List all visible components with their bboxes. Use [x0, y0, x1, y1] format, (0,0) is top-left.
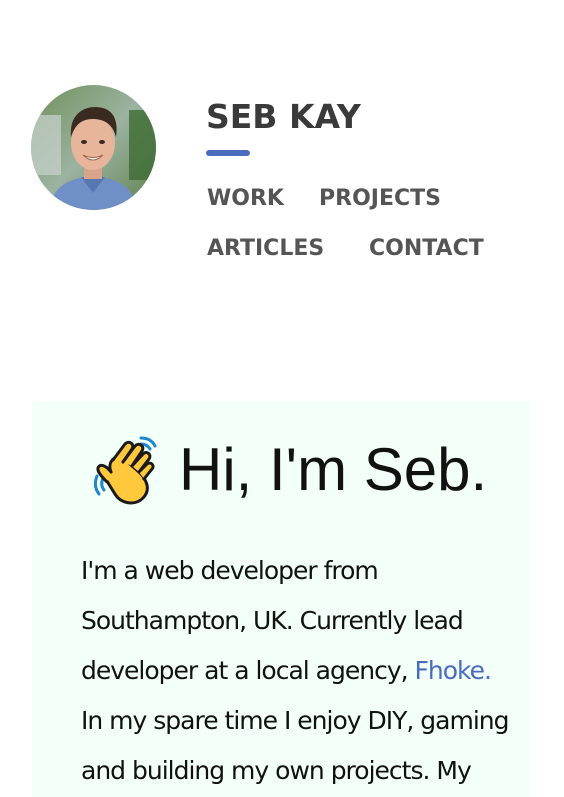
nav-link-projects[interactable]: PROJECTS: [319, 185, 441, 213]
nav-link-contact[interactable]: CONTACT: [369, 235, 484, 263]
nav-link-articles[interactable]: ARTICLES: [207, 235, 324, 263]
bio-line: Southampton, UK. Currently lead: [81, 606, 464, 635]
fhoke-link[interactable]: Fhoke.: [415, 656, 492, 685]
bio-line: I'm a web developer from: [81, 556, 379, 585]
title-accent-underline: [206, 150, 250, 156]
page: SEB KAY WORK PROJECTS ARTICLES CONTACT H…: [0, 0, 564, 797]
avatar[interactable]: [31, 85, 156, 210]
site-title[interactable]: SEB KAY: [206, 97, 361, 137]
bio-text: developer at a local agency,: [81, 656, 415, 685]
nav-link-work[interactable]: WORK: [207, 185, 284, 213]
intro-card: Hi, I'm Seb. I'm a web developer from So…: [32, 401, 530, 797]
bio-line: and building my own projects. My: [81, 756, 472, 785]
avatar-photo: [31, 85, 156, 210]
waving-hand-icon: [89, 432, 161, 508]
bio-line: In my spare time I enjoy DIY, gaming: [81, 706, 509, 735]
greeting-heading: Hi, I'm Seb.: [179, 436, 488, 503]
bio-line: developer at a local agency, Fhoke.: [81, 656, 492, 686]
